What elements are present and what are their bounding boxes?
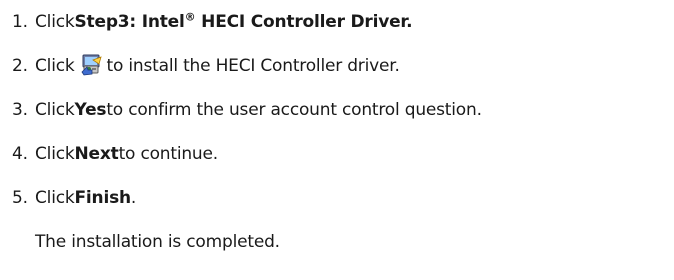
step-text-after: to confirm the user account control ques… — [106, 100, 482, 120]
step-text-after: to continue. — [118, 144, 219, 164]
step-3: 3. Click Yes to confirm the user account… — [12, 92, 482, 128]
step-emphasis: Step3: Intel® HECI Controller Driver. — [74, 10, 413, 32]
step-4: 4. Click Next to continue. — [12, 136, 218, 172]
step-emphasis: Finish — [74, 188, 132, 208]
step-text-after-icon: to install the HECI Controller driver. — [106, 56, 400, 76]
step-number: 2. — [12, 56, 28, 76]
step-text: Click — [35, 100, 75, 120]
step-emphasis-text: Step3: Intel — [74, 12, 185, 32]
step-emphasis-text-continued: HECI Controller Driver. — [195, 12, 413, 32]
registered-mark: ® — [184, 10, 196, 24]
step-emphasis: Next — [74, 144, 119, 164]
step-text: Click — [35, 144, 75, 164]
step-number: 3. — [12, 100, 28, 120]
step-text-after: . — [130, 188, 137, 208]
install-setup-icon — [81, 54, 103, 76]
step-number: 4. — [12, 144, 28, 164]
step-2: 2. Click to install the HECI Controller … — [12, 48, 400, 84]
result-note: The installation is completed. — [35, 232, 280, 252]
instruction-document: 1. Click Step3: Intel® HECI Controller D… — [0, 0, 674, 280]
step-text: Click — [35, 188, 75, 208]
step-1: 1. Click Step3: Intel® HECI Controller D… — [12, 4, 413, 40]
step-emphasis: Yes — [74, 100, 107, 120]
step-number: 1. — [12, 12, 28, 32]
step-text: Click — [35, 12, 75, 32]
step-number: 5. — [12, 188, 28, 208]
step-5: 5. Click Finish. — [12, 180, 136, 216]
step-text: Click — [35, 56, 75, 76]
